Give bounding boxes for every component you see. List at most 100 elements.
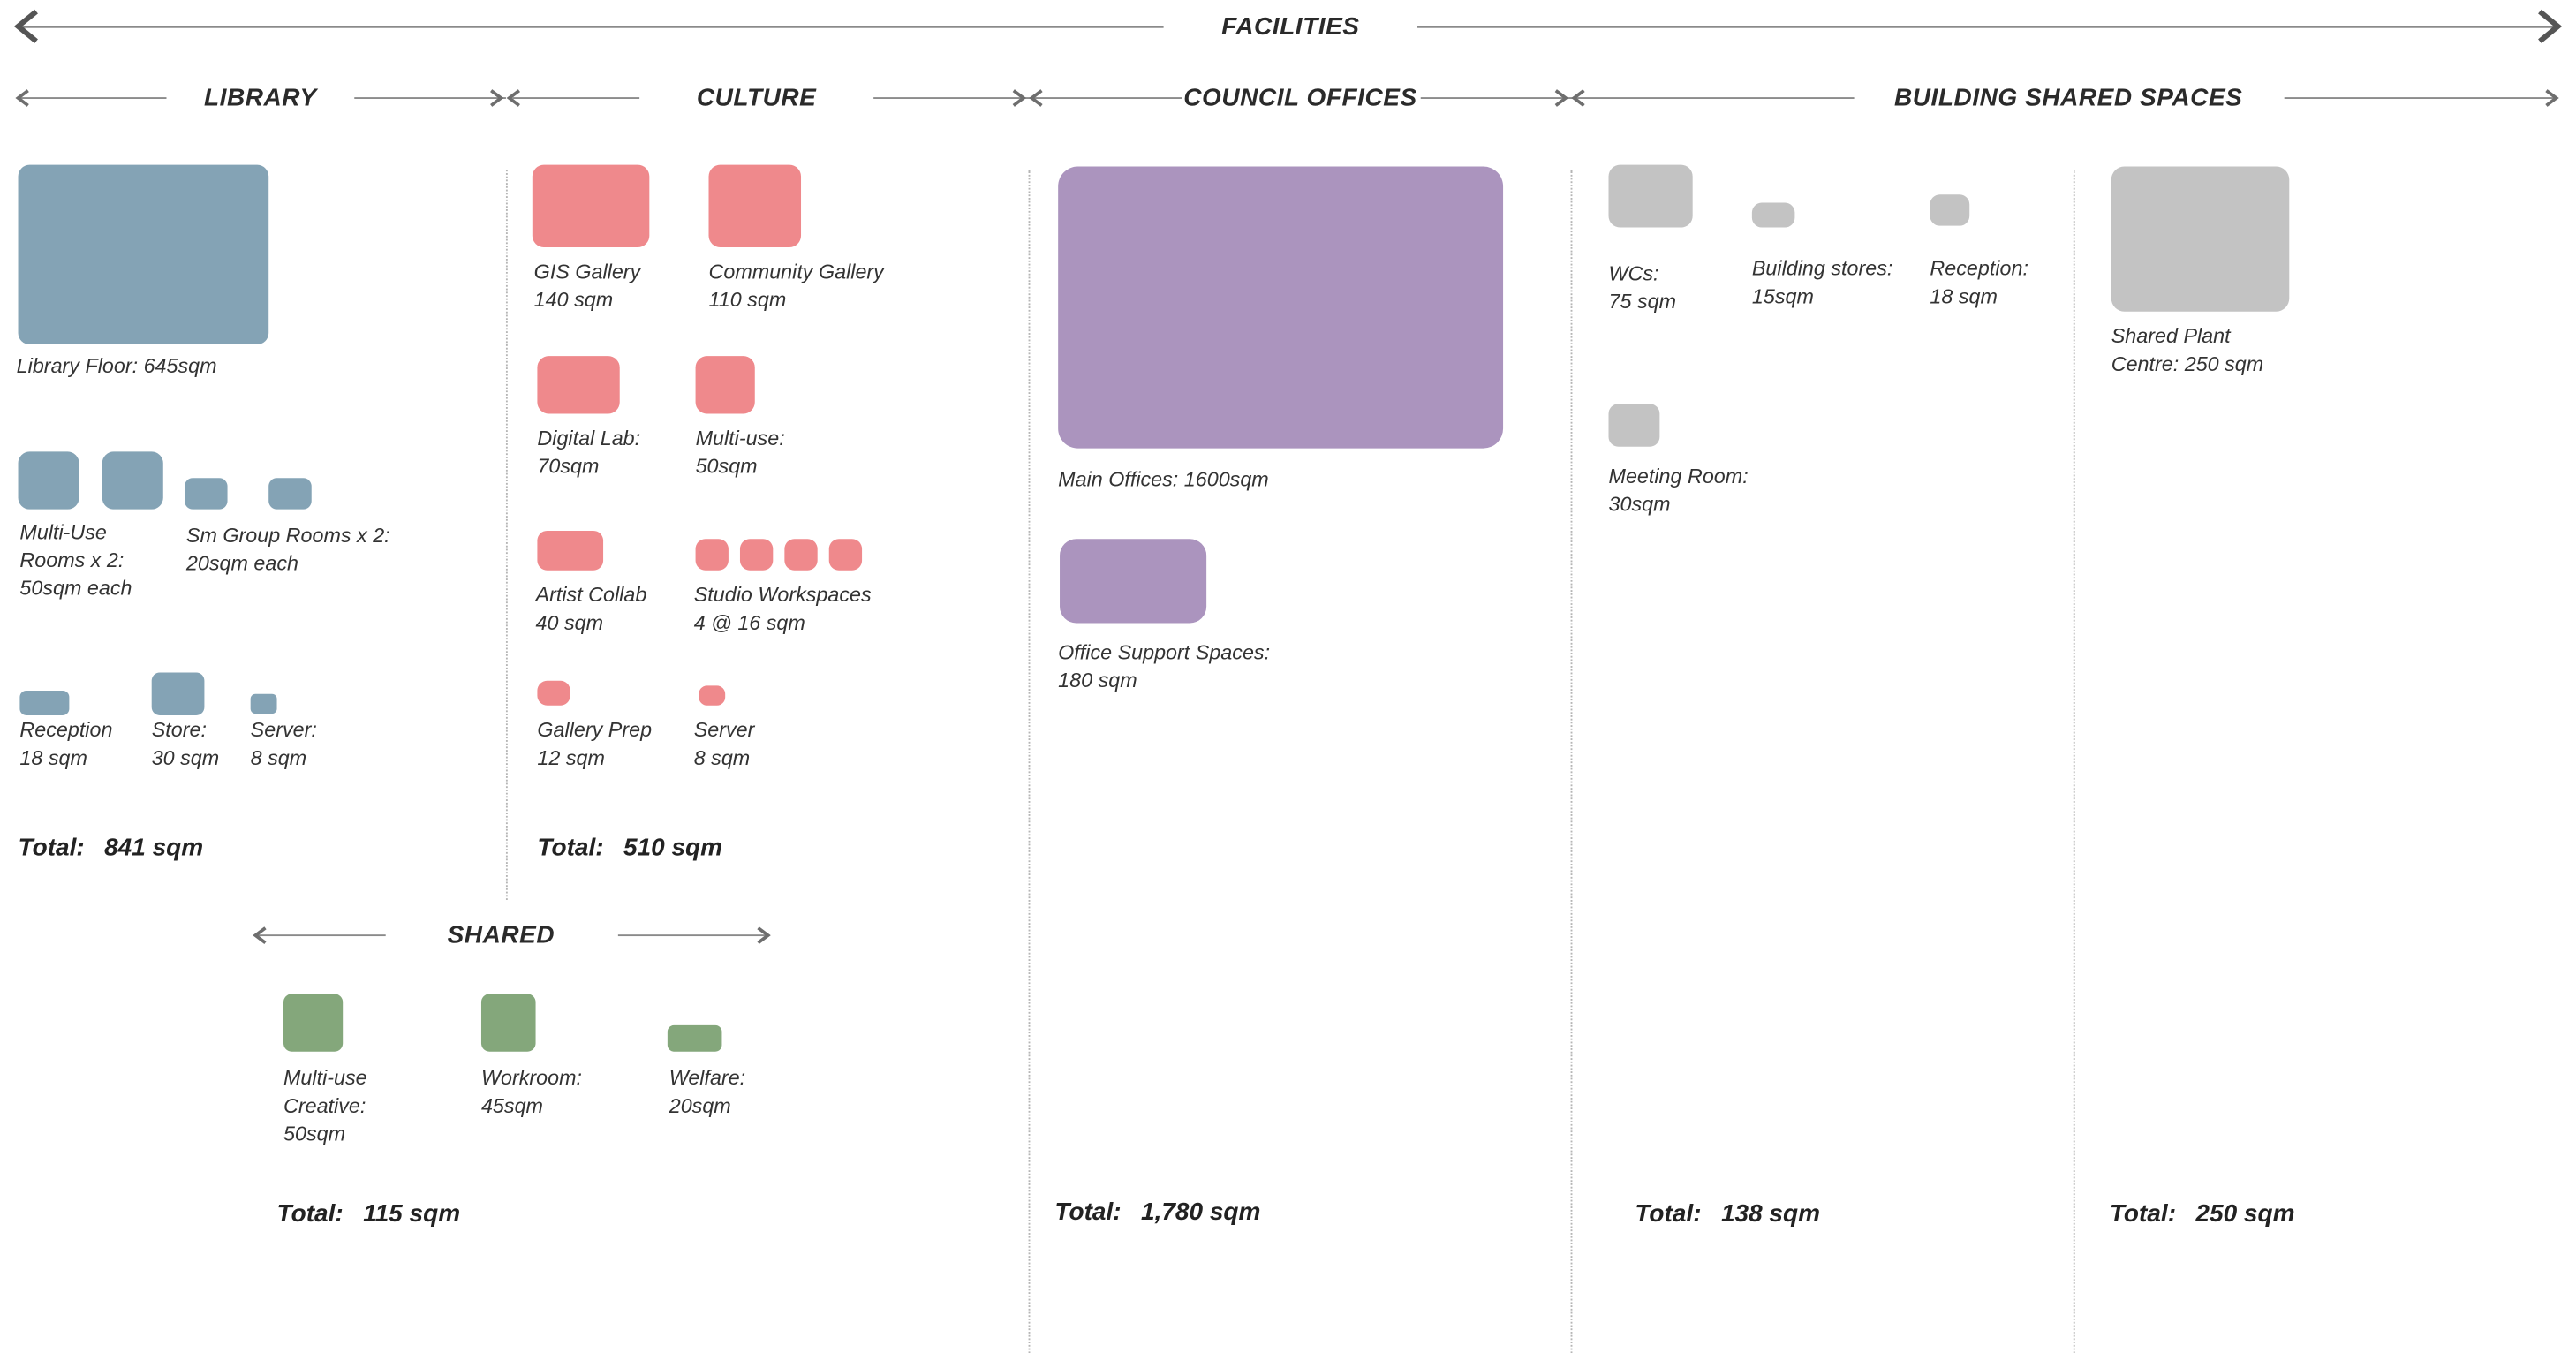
- council-line-left: [1033, 97, 1182, 99]
- total-value: 138 sqm: [1720, 1199, 1821, 1228]
- library-heading: LIBRARY: [203, 84, 317, 112]
- library-store-block: [151, 672, 205, 715]
- library-server-block: [250, 693, 277, 714]
- culture-server-block: [699, 685, 726, 706]
- culture-community-gallery-block: [708, 164, 802, 247]
- library-line-right: [354, 97, 506, 99]
- shared-line-left: [257, 934, 386, 937]
- culture-multi-use-block: [695, 356, 755, 414]
- culture-gis-gallery-label: GIS Gallery 140 sqm: [533, 260, 641, 312]
- library-line-left: [19, 97, 167, 99]
- building-total: Total: 138 sqm: [1635, 1200, 1820, 1228]
- separator-building-plant: [2073, 170, 2075, 1353]
- council-main-offices-label: Main Offices: 1600sqm: [1058, 468, 1269, 492]
- separator-library-culture: [505, 170, 508, 900]
- culture-gallery-prep-block: [537, 680, 570, 706]
- total-label: Total:: [1054, 1198, 1122, 1227]
- library-reception-block: [19, 690, 70, 715]
- building-stores-label: Building stores: 15sqm: [1751, 257, 1893, 308]
- library-floor-label: Library Floor: 645sqm: [16, 354, 217, 378]
- council-main-offices-block: [1058, 166, 1504, 449]
- council-total: Total: 1,780 sqm: [1054, 1198, 1260, 1227]
- culture-studio-workspace-3: [784, 539, 818, 571]
- library-reception-label: Reception 18 sqm: [19, 718, 113, 770]
- facilities-diagram: FACILITIES LIBRARY CULTURE COUNCIL OFFIC…: [0, 0, 2576, 1353]
- arrow-right-icon: [2538, 9, 2563, 43]
- culture-total: Total: 510 sqm: [537, 834, 722, 862]
- culture-studio-workspace-2: [739, 539, 774, 571]
- chevron-left-icon: [15, 88, 29, 107]
- total-value: 115 sqm: [363, 1199, 461, 1228]
- council-heading: COUNCIL OFFICES: [1183, 84, 1417, 112]
- separator-culture-council: [1028, 170, 1031, 1353]
- chevron-left-icon: [253, 926, 267, 944]
- facilities-heading: FACILITIES: [1221, 12, 1360, 42]
- library-group-room-2: [268, 478, 312, 510]
- total-value: 250 sqm: [2195, 1199, 2295, 1228]
- library-multi-use-room-2: [102, 451, 163, 510]
- library-store-label: Store: 30 sqm: [151, 718, 220, 770]
- shared-creative-label: Multi-use Creative: 50sqm: [283, 1066, 367, 1146]
- library-floor-block: [18, 164, 269, 345]
- total-label: Total:: [2109, 1199, 2177, 1228]
- library-group-rooms-label: Sm Group Rooms x 2: 20sqm each: [185, 524, 390, 576]
- chevron-right-icon: [1554, 88, 1569, 107]
- facilities-line-right: [1417, 26, 2558, 28]
- library-group-room-1: [185, 478, 228, 510]
- shared-workroom-block: [480, 994, 536, 1052]
- facilities-line-left: [23, 26, 1164, 28]
- total-value: 510 sqm: [623, 834, 723, 863]
- culture-artist-collab-block: [537, 530, 604, 571]
- total-label: Total:: [18, 834, 85, 863]
- separator-council-building: [1570, 170, 1573, 1353]
- building-line-right: [2284, 97, 2558, 99]
- culture-heading: CULTURE: [696, 84, 817, 112]
- shared-welfare-label: Welfare: 20sqm: [669, 1066, 746, 1118]
- building-wcs-block: [1608, 164, 1693, 228]
- chevron-right-icon: [490, 88, 504, 107]
- culture-server-label: Server 8 sqm: [693, 718, 755, 770]
- building-reception-label: Reception: 18 sqm: [1930, 257, 2028, 308]
- shared-creative-block: [283, 994, 344, 1052]
- library-multi-use-label: Multi-Use Rooms x 2: 50sqm each: [19, 520, 132, 601]
- library-server-label: Server: 8 sqm: [250, 718, 317, 770]
- chevron-left-icon: [1029, 88, 1043, 107]
- building-plant-total: Total: 250 sqm: [2110, 1200, 2295, 1228]
- building-meeting-room-label: Meeting Room: 30sqm: [1608, 465, 1749, 517]
- building-line-left: [1574, 97, 1855, 99]
- building-stores-block: [1751, 202, 1795, 228]
- chevron-right-icon: [2545, 88, 2559, 107]
- shared-heading: SHARED: [447, 921, 555, 949]
- culture-digital-lab-label: Digital Lab: 70sqm: [537, 427, 641, 479]
- culture-digital-lab-block: [537, 356, 620, 414]
- building-plant-centre-label: Shared Plant Centre: 250 sqm: [2111, 324, 2264, 376]
- building-heading: BUILDING SHARED SPACES: [1893, 84, 2243, 112]
- total-value: 1,780 sqm: [1141, 1198, 1261, 1227]
- arrow-left-icon: [13, 9, 38, 43]
- culture-studio-label: Studio Workspaces 4 @ 16 sqm: [693, 583, 872, 635]
- culture-community-gallery-label: Community Gallery 110 sqm: [708, 260, 884, 312]
- culture-artist-collab-label: Artist Collab 40 sqm: [535, 583, 647, 635]
- building-meeting-room-block: [1608, 404, 1660, 447]
- building-plant-centre-block: [2111, 166, 2290, 312]
- library-total: Total: 841 sqm: [19, 834, 204, 862]
- culture-line-left: [512, 97, 640, 99]
- total-label: Total:: [276, 1199, 344, 1228]
- chevron-right-icon: [1012, 88, 1027, 107]
- library-multi-use-room-1: [18, 451, 79, 510]
- council-line-right: [1420, 97, 1573, 99]
- building-reception-block: [1930, 194, 1970, 226]
- culture-studio-workspace-1: [695, 539, 729, 571]
- shared-workroom-label: Workroom: 45sqm: [480, 1066, 583, 1118]
- total-value: 841 sqm: [104, 834, 204, 863]
- culture-studio-workspace-4: [828, 539, 863, 571]
- shared-line-right: [617, 934, 770, 937]
- culture-multi-use-label: Multi-use: 50sqm: [695, 427, 785, 479]
- council-support-label: Office Support Spaces: 180 sqm: [1058, 640, 1271, 692]
- chevron-left-icon: [506, 88, 521, 107]
- chevron-right-icon: [757, 926, 771, 944]
- council-support-block: [1060, 539, 1207, 624]
- shared-total: Total: 115 sqm: [277, 1200, 461, 1228]
- chevron-left-icon: [1571, 88, 1585, 107]
- culture-gallery-prep-label: Gallery Prep 12 sqm: [537, 718, 653, 770]
